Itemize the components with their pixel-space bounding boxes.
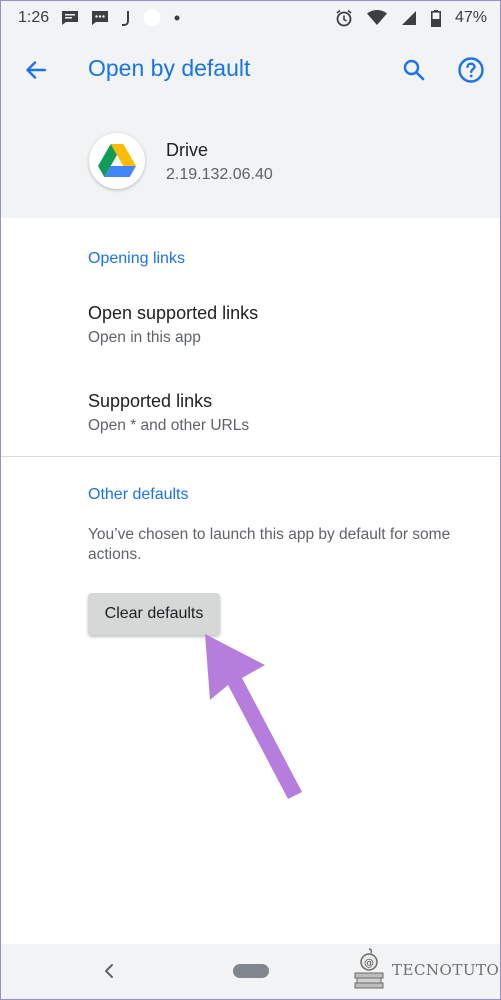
- section-header-other-defaults: Other defaults: [88, 486, 189, 503]
- pref-supported-links[interactable]: Supported links Open * and other URLs: [0, 376, 501, 452]
- battery-percent: 47%: [454, 9, 487, 26]
- pref-open-supported-links[interactable]: Open supported links Open in this app: [0, 288, 501, 364]
- clear-defaults-button[interactable]: Clear defaults: [88, 593, 220, 635]
- battery-icon: [430, 9, 441, 27]
- watermark: @ TECNOTUTO: [352, 947, 499, 993]
- nav-home-button[interactable]: [233, 964, 269, 978]
- pref-summary: Open in this app: [88, 329, 201, 346]
- drive-logo-icon: [98, 144, 136, 177]
- back-button[interactable]: [22, 56, 50, 84]
- other-defaults-description: You’ve chosen to launch this app by defa…: [88, 526, 451, 563]
- nav-back-button[interactable]: [100, 960, 118, 982]
- app-header: Open by default Drive 2.19.132.06.40: [0, 36, 501, 218]
- app-icon: [89, 133, 145, 189]
- app-name: Drive: [166, 140, 209, 160]
- back-arrow-icon: [26, 61, 47, 79]
- section-header-opening-links: Opening links: [88, 250, 185, 267]
- search-icon: [403, 59, 425, 81]
- status-bar: 1:26 47%: [0, 0, 501, 36]
- status-time: 1:26: [18, 9, 50, 26]
- navigation-bar: @ TECNOTUTO: [0, 944, 501, 1000]
- svg-text:@: @: [364, 958, 374, 969]
- page-title: Open by default: [88, 55, 251, 81]
- watermark-text: TECNOTUTO: [392, 961, 500, 979]
- alarm-icon: [335, 9, 353, 27]
- message-icon: [61, 10, 79, 26]
- chat-icon: [91, 10, 109, 26]
- search-button[interactable]: [399, 55, 429, 85]
- section-divider: [0, 456, 501, 457]
- help-icon: [458, 57, 484, 83]
- signal-icon: [401, 10, 417, 26]
- dot-icon: [173, 14, 181, 22]
- pref-summary: Open * and other URLs: [88, 417, 250, 434]
- pref-title: Supported links: [88, 391, 213, 411]
- chevron-left-icon: [105, 964, 113, 978]
- j-icon: [121, 10, 131, 26]
- circle-icon: [143, 9, 161, 27]
- app-version: 2.19.132.06.40: [166, 166, 273, 183]
- help-button[interactable]: [456, 55, 486, 85]
- wifi-icon: [366, 10, 387, 26]
- annotation-arrow-icon: [205, 634, 302, 799]
- pref-title: Open supported links: [88, 303, 259, 323]
- watermark-logo-icon: @: [354, 948, 384, 989]
